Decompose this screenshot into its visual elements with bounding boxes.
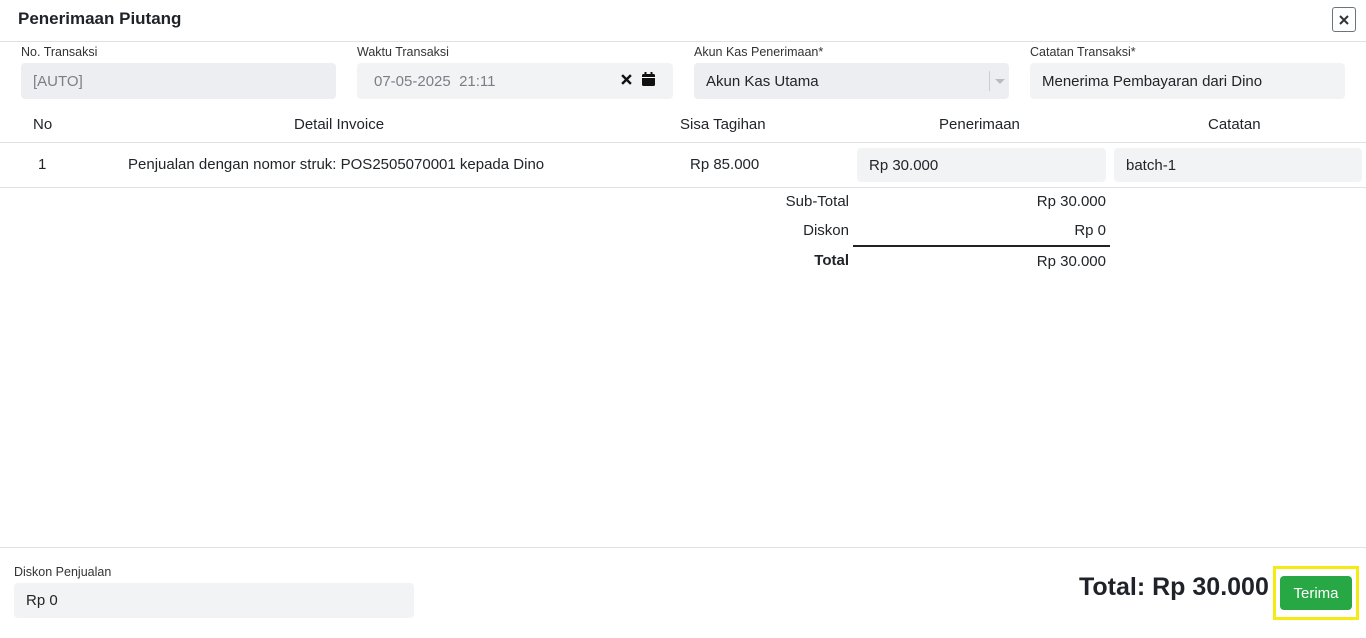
subtotal-label: Sub-Total <box>785 193 849 210</box>
row-number: 1 <box>38 156 47 173</box>
column-header-sisa-tagihan: Sisa Tagihan <box>680 116 766 133</box>
modal-title: Penerimaan Piutang <box>18 9 182 28</box>
footer-divider <box>0 547 1366 548</box>
close-icon <box>1339 14 1349 25</box>
table-header-divider <box>0 142 1366 143</box>
diskon-value: Rp 0 <box>1074 222 1106 239</box>
column-header-detail-invoice: Detail Invoice <box>294 116 385 133</box>
total-value: Rp 30.000 <box>1036 253 1106 270</box>
calendar-icon[interactable] <box>642 72 655 86</box>
waktu-transaksi-label: Waktu Transaksi <box>357 45 449 59</box>
column-header-penerimaan: Penerimaan <box>939 116 1020 133</box>
catatan-transaksi-input[interactable]: Menerima Pembayaran dari Dino <box>1030 63 1345 99</box>
row-catatan-input[interactable]: batch-1 <box>1114 148 1362 182</box>
akun-kas-label: Akun Kas Penerimaan* <box>694 45 824 59</box>
catatan-transaksi-label: Catatan Transaksi* <box>1030 45 1136 59</box>
clear-icon[interactable] <box>621 73 632 85</box>
modal-header: Penerimaan Piutang <box>0 0 1366 42</box>
waktu-transaksi-field[interactable]: 07-05-2025 21:11 <box>357 63 673 99</box>
no-transaksi-label: No. Transaksi <box>21 45 98 59</box>
summary-divider <box>853 245 1110 247</box>
column-header-catatan: Catatan <box>1208 116 1261 133</box>
chevron-down-icon <box>989 71 1009 91</box>
row-detail-invoice: Penjualan dengan nomor struk: POS2505070… <box>128 156 545 173</box>
total-label: Total <box>814 252 849 269</box>
row-penerimaan-input[interactable]: Rp 30.000 <box>857 148 1106 182</box>
akun-kas-select[interactable]: Akun Kas Utama <box>694 63 1009 99</box>
close-button[interactable] <box>1332 7 1356 32</box>
akun-kas-value: Akun Kas Utama <box>706 72 819 90</box>
grand-total: Total: Rp 30.000 <box>1079 573 1269 601</box>
table-row-divider <box>0 187 1366 188</box>
subtotal-value: Rp 30.000 <box>1036 193 1106 210</box>
waktu-transaksi-value: 07-05-2025 21:11 <box>374 72 496 90</box>
diskon-label: Diskon <box>803 222 849 239</box>
no-transaksi-field: [AUTO] <box>21 63 336 99</box>
column-header-no: No <box>33 116 53 133</box>
row-sisa-tagihan: Rp 85.000 <box>690 156 760 173</box>
terima-button[interactable]: Terima <box>1280 576 1352 610</box>
diskon-penjualan-label: Diskon Penjualan <box>14 565 112 579</box>
diskon-penjualan-input[interactable]: Rp 0 <box>14 583 414 618</box>
